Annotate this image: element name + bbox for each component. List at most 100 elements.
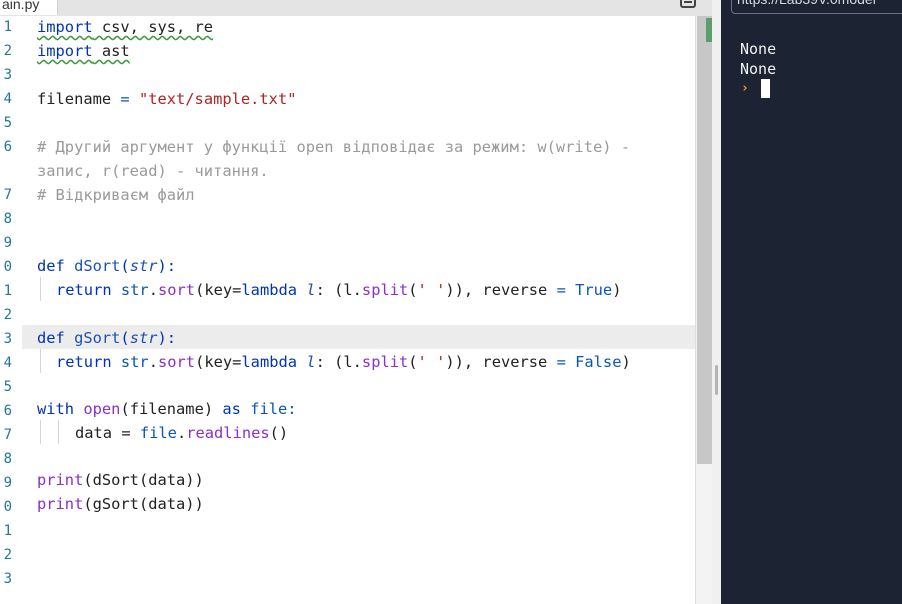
file-tab[interactable]: ain.py bbox=[0, 0, 58, 15]
code-line: filename = "text/sample.txt" bbox=[37, 87, 296, 111]
code-text: csv, sys, re bbox=[92, 18, 214, 36]
keyword-token: def bbox=[37, 257, 65, 275]
code-text: ( bbox=[408, 353, 418, 371]
code-text: . bbox=[176, 424, 187, 442]
code-text: () bbox=[269, 424, 289, 442]
code-text: (key= bbox=[195, 281, 242, 299]
panel-toggle-icon[interactable] bbox=[680, 0, 696, 8]
code-line: print(gSort(data)) bbox=[37, 492, 204, 516]
line-number: 9 bbox=[3, 235, 12, 251]
constant-token: True bbox=[575, 281, 613, 299]
code-text: . bbox=[148, 281, 158, 299]
param-token: str bbox=[129, 257, 158, 275]
code-line: return str.sort(key=lambda l: (l.split('… bbox=[56, 350, 631, 374]
code-text: ) bbox=[612, 281, 622, 299]
method-token: split bbox=[361, 281, 409, 299]
code-line: import ast bbox=[37, 39, 130, 63]
line-number: 3 bbox=[3, 331, 12, 347]
code-text: (key= bbox=[195, 353, 242, 371]
code-text: ( bbox=[408, 281, 418, 299]
comment-line: # Другий аргумент у функції open відпові… bbox=[37, 138, 631, 156]
indent-guide bbox=[40, 349, 41, 373]
constant-token: False bbox=[575, 353, 622, 371]
code-text: file bbox=[139, 424, 177, 442]
code-text: ): bbox=[157, 257, 177, 275]
scrollbar-thumb[interactable] bbox=[697, 16, 712, 464]
method-token: sort bbox=[157, 353, 196, 371]
function-name: dSort bbox=[64, 257, 121, 275]
line-number: 3 bbox=[3, 571, 12, 587]
method-token: split bbox=[361, 353, 409, 371]
keyword-token: lambda bbox=[241, 281, 298, 299]
string-token: "text/sample.txt" bbox=[138, 90, 297, 108]
code-text: )), reverse bbox=[445, 353, 557, 371]
splitter-grip-icon[interactable] bbox=[715, 365, 718, 395]
keyword-token: as bbox=[222, 400, 241, 418]
code-line: def gSort(str): bbox=[37, 326, 176, 350]
code-text: (dSort(data)) bbox=[83, 471, 204, 489]
line-number: 9 bbox=[3, 475, 12, 491]
code-line: return str.sort(key=lambda l: (l.split('… bbox=[56, 278, 621, 302]
param-token: str bbox=[129, 329, 158, 347]
code-editor[interactable]: 1 2 3 4 5 6 7 8 9 0 1 2 3 4 5 6 7 8 9 0 … bbox=[0, 16, 712, 604]
code-line: import csv, sys, re bbox=[37, 16, 213, 39]
code-text: : (l. bbox=[315, 281, 362, 299]
console-panel[interactable]: https://Lab39V.0model None None › bbox=[721, 0, 902, 604]
keyword-token: import bbox=[37, 42, 93, 60]
builtin-token: print bbox=[37, 495, 84, 513]
line-number: 1 bbox=[3, 19, 12, 35]
pane-splitter[interactable] bbox=[712, 0, 721, 604]
indent-guide bbox=[40, 277, 41, 301]
line-number: 2 bbox=[3, 307, 12, 323]
function-name: gSort bbox=[64, 329, 121, 347]
line-number: 0 bbox=[3, 259, 12, 275]
keyword-token: with bbox=[37, 400, 75, 418]
code-text: ast bbox=[92, 42, 130, 60]
operator-token: = bbox=[111, 90, 139, 108]
code-text: ): bbox=[157, 329, 177, 347]
line-number-gutter: 1 2 3 4 5 6 7 8 9 0 1 2 3 4 5 6 7 8 9 0 … bbox=[0, 16, 20, 604]
operator-token: = bbox=[556, 281, 566, 299]
file-tab-label: ain.py bbox=[2, 0, 40, 12]
line-number: 1 bbox=[3, 523, 12, 539]
console-output-line: None bbox=[740, 60, 777, 78]
code-text: (gSort(data)) bbox=[83, 495, 204, 513]
line-number: 8 bbox=[3, 451, 12, 467]
code-text: ( bbox=[120, 257, 130, 275]
editor-tab-bar: ain.py bbox=[0, 0, 712, 17]
code-text: file: bbox=[240, 400, 297, 418]
line-number: 1 bbox=[3, 283, 12, 299]
keyword-token: import bbox=[37, 18, 93, 36]
line-number bbox=[0, 159, 12, 183]
code-line: with open(filename) as file: bbox=[37, 397, 297, 421]
line-number: 8 bbox=[3, 211, 12, 227]
method-token: sort bbox=[157, 281, 196, 299]
param-token: l bbox=[306, 281, 316, 299]
console-cursor[interactable] bbox=[761, 79, 770, 98]
code-text: (filename) bbox=[120, 400, 223, 418]
line-number: 3 bbox=[3, 67, 12, 83]
line-number: 0 bbox=[3, 499, 12, 515]
repl-url[interactable]: https://Lab39V.0model bbox=[731, 0, 902, 14]
line-number: 6 bbox=[3, 403, 12, 419]
keyword-token: def bbox=[37, 329, 65, 347]
line-number: 2 bbox=[3, 43, 12, 59]
editor-scrollbar[interactable] bbox=[695, 16, 713, 604]
code-text: . bbox=[148, 353, 158, 371]
string-token: ' ' bbox=[417, 353, 446, 371]
operator-token: = bbox=[556, 353, 566, 371]
code-text: )), reverse bbox=[445, 281, 557, 299]
line-number: 4 bbox=[3, 355, 12, 371]
line-number: 7 bbox=[3, 427, 12, 443]
console-output-line: None bbox=[740, 40, 777, 58]
string-token: ' ' bbox=[417, 281, 446, 299]
keyword-token: return bbox=[56, 281, 112, 299]
builtin-token: print bbox=[37, 471, 84, 489]
code-text: ( bbox=[120, 329, 130, 347]
code-line: def dSort(str): bbox=[37, 254, 176, 278]
